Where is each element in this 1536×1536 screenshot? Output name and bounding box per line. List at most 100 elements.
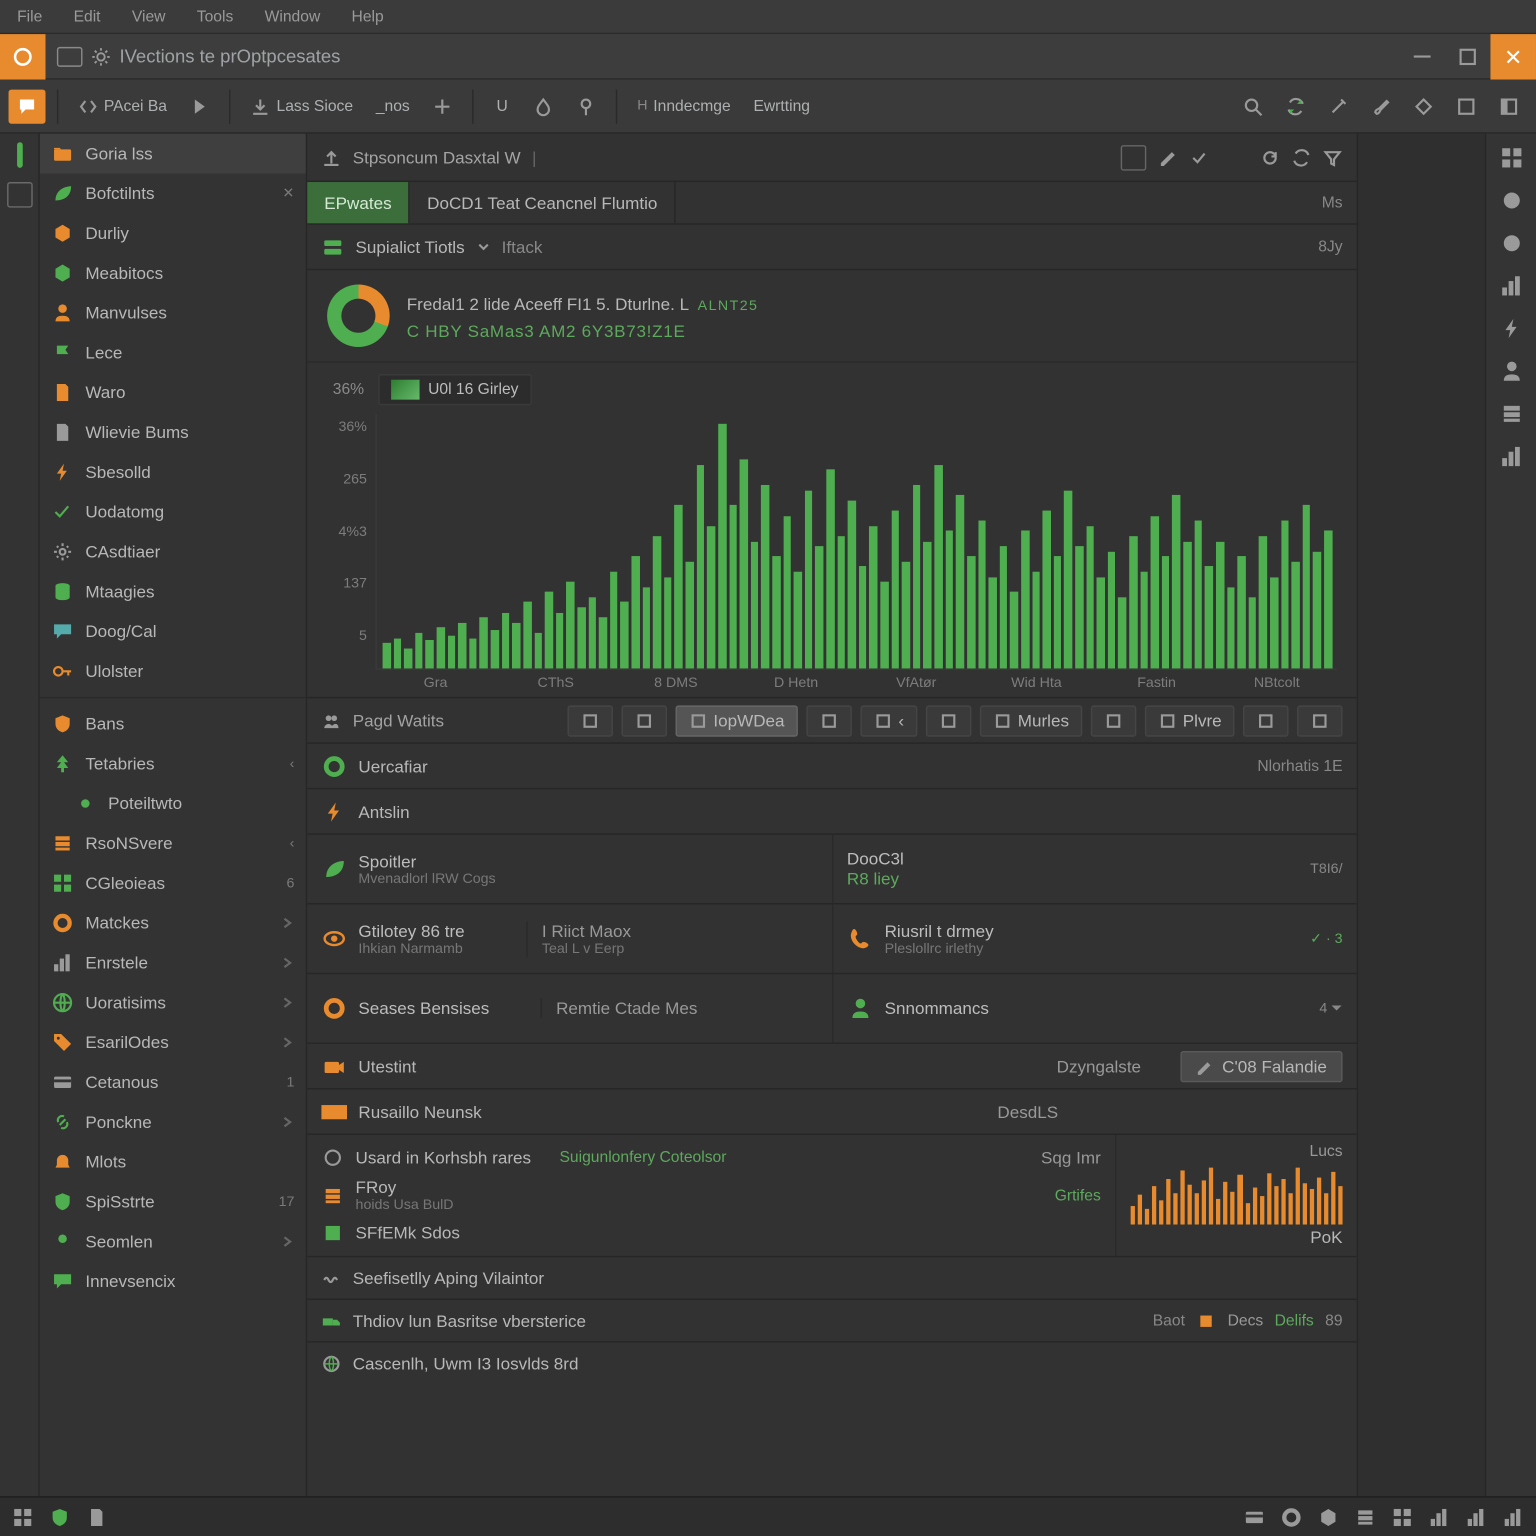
- sidebar-item-12[interactable]: Doog/Cal: [40, 612, 306, 652]
- rail-grid-icon[interactable]: [1498, 145, 1524, 171]
- menu-help[interactable]: Help: [343, 5, 392, 28]
- sidebar-item-1[interactable]: Bofctilnts ✕: [40, 174, 306, 214]
- foot-row-1[interactable]: Seefisetlly Aping Vilaintor: [307, 1257, 1357, 1300]
- sidebar-item-21[interactable]: Enrstele: [40, 943, 306, 983]
- rail-export-icon[interactable]: [1498, 230, 1524, 256]
- diamond-icon[interactable]: [1405, 89, 1442, 123]
- status-box-icon[interactable]: [1243, 1505, 1266, 1528]
- menu-file[interactable]: File: [9, 5, 51, 28]
- sidebar-item-15[interactable]: Bans: [40, 704, 306, 744]
- toolbar-bubble-button[interactable]: [9, 89, 46, 123]
- abar-btn-4[interactable]: ‹: [860, 705, 917, 736]
- head-refresh-icon[interactable]: [1260, 147, 1280, 167]
- menu-tools[interactable]: Tools: [188, 5, 242, 28]
- sidebar-item-18[interactable]: RsoNSvere ‹: [40, 823, 306, 863]
- abar-btn-6[interactable]: Murles: [979, 705, 1081, 736]
- abar-btn-2[interactable]: IopWDea: [675, 705, 797, 736]
- sidebar-item-6[interactable]: Waro: [40, 373, 306, 413]
- sidebar-item-3[interactable]: Meabitocs: [40, 253, 306, 293]
- toolbar-code-button[interactable]: PAcei Ba: [70, 89, 176, 123]
- sidebar-item-16[interactable]: Tetabries ‹: [40, 744, 306, 784]
- box-icon[interactable]: [1448, 89, 1485, 123]
- sidebar-item-8[interactable]: Sbesolld: [40, 452, 306, 492]
- toolbar-line-button[interactable]: _nos: [367, 89, 418, 123]
- sidebar-item-9[interactable]: Uodatomg: [40, 492, 306, 532]
- wand-icon[interactable]: [1320, 89, 1357, 123]
- abar-btn-9[interactable]: [1243, 705, 1289, 736]
- abar-btn-10[interactable]: [1297, 705, 1343, 736]
- panel-icon[interactable]: [1490, 89, 1527, 123]
- menu-edit[interactable]: Edit: [65, 5, 109, 28]
- row-utestint[interactable]: Utestint Dzyngalste C'08 Falandie: [307, 1044, 1357, 1090]
- toolbar-play-button[interactable]: [181, 89, 218, 123]
- app-logo[interactable]: [0, 33, 46, 79]
- toolbar-drop-button[interactable]: [525, 89, 562, 123]
- status-chart-icon[interactable]: [1502, 1505, 1525, 1528]
- row-uercafiar[interactable]: Uercafiar Nlorhatis 1E: [307, 744, 1357, 790]
- toolbar-pin-button[interactable]: [568, 89, 605, 123]
- window-close[interactable]: [1490, 33, 1536, 79]
- toolbar-editing-button[interactable]: Ewrtting: [745, 89, 819, 123]
- sidebar-item-0[interactable]: Goria lss: [40, 134, 306, 174]
- cell-spoitler[interactable]: SpoitlerMvenadlorl lRW Cogs: [307, 835, 831, 903]
- rail-ruler-icon[interactable]: [1498, 444, 1524, 470]
- foot-row-3[interactable]: Cascenlh, Uwm I3 Iosvlds 8rd: [307, 1343, 1357, 1386]
- cell-riusril[interactable]: Riusril t drmeyPleslollrc irlethy ✓ · 3: [832, 905, 1357, 973]
- rail-chart-dot-icon[interactable]: [1498, 273, 1524, 299]
- cell-snnommancs[interactable]: Snnommancs 4 ⏷: [832, 974, 1357, 1042]
- sidebar-item-22[interactable]: Uoratisims: [40, 983, 306, 1023]
- sidebar-item-25[interactable]: Ponckne: [40, 1102, 306, 1142]
- head-filter-icon[interactable]: [1323, 147, 1343, 167]
- status-cpu-icon[interactable]: [11, 1505, 34, 1528]
- toolbar-plus-button[interactable]: [424, 89, 461, 123]
- sidebar-item-4[interactable]: Manvulses: [40, 293, 306, 333]
- mini-item-froy[interactable]: FRoyhoids Usa BulD Grtifes: [321, 1178, 1100, 1214]
- sidebar-item-20[interactable]: Matckes: [40, 903, 306, 943]
- sidebar-item-27[interactable]: SpiSstrte 17: [40, 1182, 306, 1222]
- cell-dooc3l[interactable]: DooC3lR8 liey T8I6/: [831, 835, 1357, 903]
- abar-btn-7[interactable]: [1090, 705, 1136, 736]
- sidebar-item-23[interactable]: EsarilOdes: [40, 1023, 306, 1063]
- menu-window[interactable]: Window: [256, 5, 329, 28]
- abar-btn-5[interactable]: [925, 705, 971, 736]
- sidebar-item-19[interactable]: CGleoieas 6: [40, 863, 306, 903]
- sidebar-item-28[interactable]: Seomlen: [40, 1222, 306, 1262]
- rail-download-icon[interactable]: [1498, 188, 1524, 214]
- rail-bug-icon[interactable]: [1498, 316, 1524, 342]
- menu-view[interactable]: View: [123, 5, 174, 28]
- head-sync-icon[interactable]: [1291, 147, 1311, 167]
- sidebar-item-2[interactable]: Durliy: [40, 213, 306, 253]
- sidebar-item-7[interactable]: Wlievie Bums: [40, 412, 306, 452]
- status-layers-icon[interactable]: [1354, 1505, 1377, 1528]
- status-term-icon[interactable]: [85, 1505, 108, 1528]
- rail-person-icon[interactable]: [1498, 358, 1524, 384]
- tab-active[interactable]: EPwates: [307, 182, 410, 223]
- window-minimize[interactable]: [1399, 33, 1445, 79]
- rail-layers-icon[interactable]: [1498, 401, 1524, 427]
- sidebar-item-11[interactable]: Mtaagies: [40, 572, 306, 612]
- abar-btn-8[interactable]: Plvre: [1144, 705, 1234, 736]
- sidebar-item-24[interactable]: Cetanous 1: [40, 1062, 306, 1102]
- status-sliders-icon[interactable]: [1428, 1505, 1451, 1528]
- abar-btn-1[interactable]: [621, 705, 667, 736]
- toolbar-u-button[interactable]: U: [485, 89, 519, 123]
- sidebar-item-5[interactable]: Lece: [40, 333, 306, 373]
- status-shield-icon[interactable]: [48, 1505, 71, 1528]
- head-check-icon[interactable]: [1189, 147, 1209, 167]
- abar-btn-0[interactable]: [567, 705, 613, 736]
- tab-secondary[interactable]: DoCD1 Teat Ceancnel Flumtio: [410, 182, 676, 223]
- brush-icon[interactable]: [1362, 89, 1399, 123]
- window-maximize[interactable]: [1445, 33, 1491, 79]
- status-grid-icon[interactable]: [1391, 1505, 1414, 1528]
- mini-item-sffemk[interactable]: SFfEMk Sdos: [321, 1222, 1100, 1245]
- sidebar-item-26[interactable]: Mlots: [40, 1142, 306, 1182]
- foot-row-2[interactable]: Thdiov lun Basritse vbersterice Baot Dec…: [307, 1300, 1357, 1343]
- gutter-item[interactable]: [6, 182, 32, 208]
- abar-btn-3[interactable]: [806, 705, 852, 736]
- cell-gtilotey[interactable]: Gtilotey 86 treIhkian Narmamb I Riict Ma…: [307, 905, 832, 973]
- sync-icon[interactable]: [1277, 89, 1314, 123]
- sidebar-item-17[interactable]: Poteiltwto: [40, 784, 306, 824]
- sidebar-item-13[interactable]: Ulolster: [40, 651, 306, 691]
- search-icon[interactable]: [1234, 89, 1271, 123]
- head-box-button[interactable]: [1121, 144, 1147, 170]
